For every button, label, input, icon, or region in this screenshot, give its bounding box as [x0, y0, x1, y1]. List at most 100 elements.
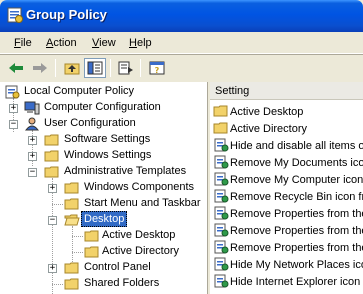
- expand-button[interactable]: +: [48, 184, 57, 193]
- forward-button[interactable]: [29, 58, 51, 78]
- tree-item-label: Active Directory: [102, 245, 180, 257]
- list-item-label: Active Directory: [230, 122, 308, 135]
- computer-icon: [24, 101, 40, 115]
- tree-connector: [52, 204, 63, 205]
- list-item[interactable]: Hide My Network Places ico: [210, 256, 363, 273]
- back-button[interactable]: [5, 58, 27, 78]
- collapse-button[interactable]: −: [9, 120, 18, 129]
- folder-icon: [44, 134, 59, 146]
- list-item[interactable]: Hide Internet Explorer icon: [210, 273, 363, 290]
- tree-item-administrative-templates[interactable]: − Administrative Templates: [0, 164, 207, 180]
- list-item[interactable]: Remove Recycle Bin icon fro: [210, 188, 363, 205]
- tree-item-shared-folders[interactable]: Shared Folders: [0, 276, 207, 292]
- policy-setting-icon: [214, 172, 229, 186]
- list-item-label: Remove Properties from the: [230, 224, 363, 237]
- tree-connector: [72, 252, 83, 253]
- tree-item-label: User Configuration: [44, 117, 136, 129]
- menu-help[interactable]: Help: [129, 37, 152, 49]
- folder-icon: [213, 105, 228, 117]
- tree-item-computer-configuration[interactable]: + Computer Configuration: [0, 100, 207, 116]
- list-item-label: Remove My Computer icon o: [230, 173, 363, 186]
- folder-icon: [84, 230, 99, 242]
- folder-icon: [64, 278, 79, 290]
- list-item[interactable]: Active Desktop: [210, 103, 363, 120]
- tree-item-label: Shared Folders: [84, 277, 160, 289]
- column-header-setting[interactable]: Setting: [210, 82, 363, 100]
- forward-icon: [33, 63, 47, 73]
- tree-item-software-settings[interactable]: + Software Settings: [0, 132, 207, 148]
- toolbar-separator: [140, 59, 141, 77]
- tree-connector: [72, 236, 83, 237]
- tree-item-windows-components[interactable]: + Windows Components: [0, 180, 207, 196]
- collapse-button[interactable]: −: [28, 168, 37, 177]
- toolbar-separator: [55, 59, 56, 77]
- expand-button[interactable]: +: [28, 136, 37, 145]
- help-button[interactable]: ?: [146, 58, 168, 78]
- folder-icon: [84, 246, 99, 258]
- up-one-level-button[interactable]: [61, 58, 83, 78]
- menu-bar: File Action View Help: [0, 32, 363, 54]
- tree-item-label: Active Desktop: [102, 229, 176, 241]
- list-item[interactable]: Hide and disable all items on: [210, 137, 363, 154]
- list-item-label: Active Desktop: [230, 105, 304, 118]
- export-list-button[interactable]: [115, 58, 137, 78]
- policy-setting-icon: [214, 138, 229, 152]
- menu-action[interactable]: Action: [46, 37, 77, 49]
- list-item[interactable]: Active Directory: [210, 120, 363, 137]
- tree-item-user-configuration[interactable]: − User Configuration: [0, 116, 207, 132]
- expand-button[interactable]: +: [48, 264, 57, 273]
- list-item-label: Remove My Documents icon: [230, 156, 363, 169]
- tree-item-label: Administrative Templates: [64, 165, 187, 177]
- folder-open-icon: [64, 214, 80, 226]
- policy-setting-icon: [214, 223, 229, 237]
- menu-file[interactable]: File: [14, 37, 32, 49]
- list-item[interactable]: Remove My Computer icon o: [210, 171, 363, 188]
- list-item-label: Hide Internet Explorer icon: [230, 275, 361, 288]
- folder-icon: [64, 182, 79, 194]
- tree-item-control-panel[interactable]: + Control Panel: [0, 260, 207, 276]
- window-title: Group Policy: [26, 7, 107, 22]
- console-tree[interactable]: Local Computer Policy + Computer Configu…: [0, 82, 208, 294]
- expand-button[interactable]: +: [9, 104, 18, 113]
- toolbar-separator: [110, 59, 111, 77]
- tree-item-desktop[interactable]: − Desktop: [0, 211, 207, 228]
- up-folder-icon: [64, 63, 80, 75]
- tree-item-windows-settings[interactable]: + Windows Settings: [0, 148, 207, 164]
- policy-setting-icon: [214, 240, 229, 254]
- list-item-label: Hide My Network Places ico: [230, 258, 363, 271]
- tree-item-active-desktop[interactable]: Active Desktop: [0, 228, 207, 244]
- list-item[interactable]: Remove Properties from the: [210, 205, 363, 222]
- back-icon: [9, 63, 23, 73]
- tree-connector: [52, 284, 63, 285]
- tree-item-local-computer-policy[interactable]: Local Computer Policy: [0, 84, 207, 100]
- tree-item-label: Windows Settings: [64, 149, 152, 161]
- tree-item-label: Windows Components: [84, 181, 195, 193]
- tree-item-active-directory[interactable]: Active Directory: [0, 244, 207, 260]
- user-icon: [24, 117, 40, 131]
- expand-button[interactable]: +: [28, 152, 37, 161]
- tree-item-label: Desktop: [81, 211, 128, 227]
- list-item-label: Remove Recycle Bin icon fro: [230, 190, 363, 203]
- collapse-button[interactable]: −: [48, 216, 57, 225]
- folder-icon: [64, 198, 79, 210]
- list-item[interactable]: Remove Properties from the: [210, 239, 363, 256]
- menu-view[interactable]: View: [92, 37, 116, 49]
- list-item[interactable]: Remove My Documents icon: [210, 154, 363, 171]
- title-bar[interactable]: Group Policy: [0, 0, 363, 32]
- show-hide-tree-button[interactable]: [84, 58, 106, 78]
- list-item-label: Remove Properties from the: [230, 241, 363, 254]
- show-hide-tree-icon: [87, 61, 103, 75]
- tree-item-label: Software Settings: [64, 133, 151, 145]
- settings-list[interactable]: Setting Active Desktop Active Directory …: [210, 82, 363, 294]
- policy-setting-icon: [214, 274, 229, 288]
- folder-icon: [44, 150, 59, 162]
- list-item[interactable]: Remove Properties from the: [210, 222, 363, 239]
- help-icon: ?: [149, 61, 165, 75]
- svg-text:?: ?: [155, 66, 160, 75]
- folder-icon: [64, 262, 79, 274]
- policy-icon: [5, 85, 20, 99]
- folder-icon: [44, 166, 59, 178]
- group-policy-icon: [7, 7, 23, 23]
- tree-item-start-menu-and-taskbar[interactable]: Start Menu and Taskbar: [0, 196, 207, 212]
- policy-setting-icon: [214, 155, 229, 169]
